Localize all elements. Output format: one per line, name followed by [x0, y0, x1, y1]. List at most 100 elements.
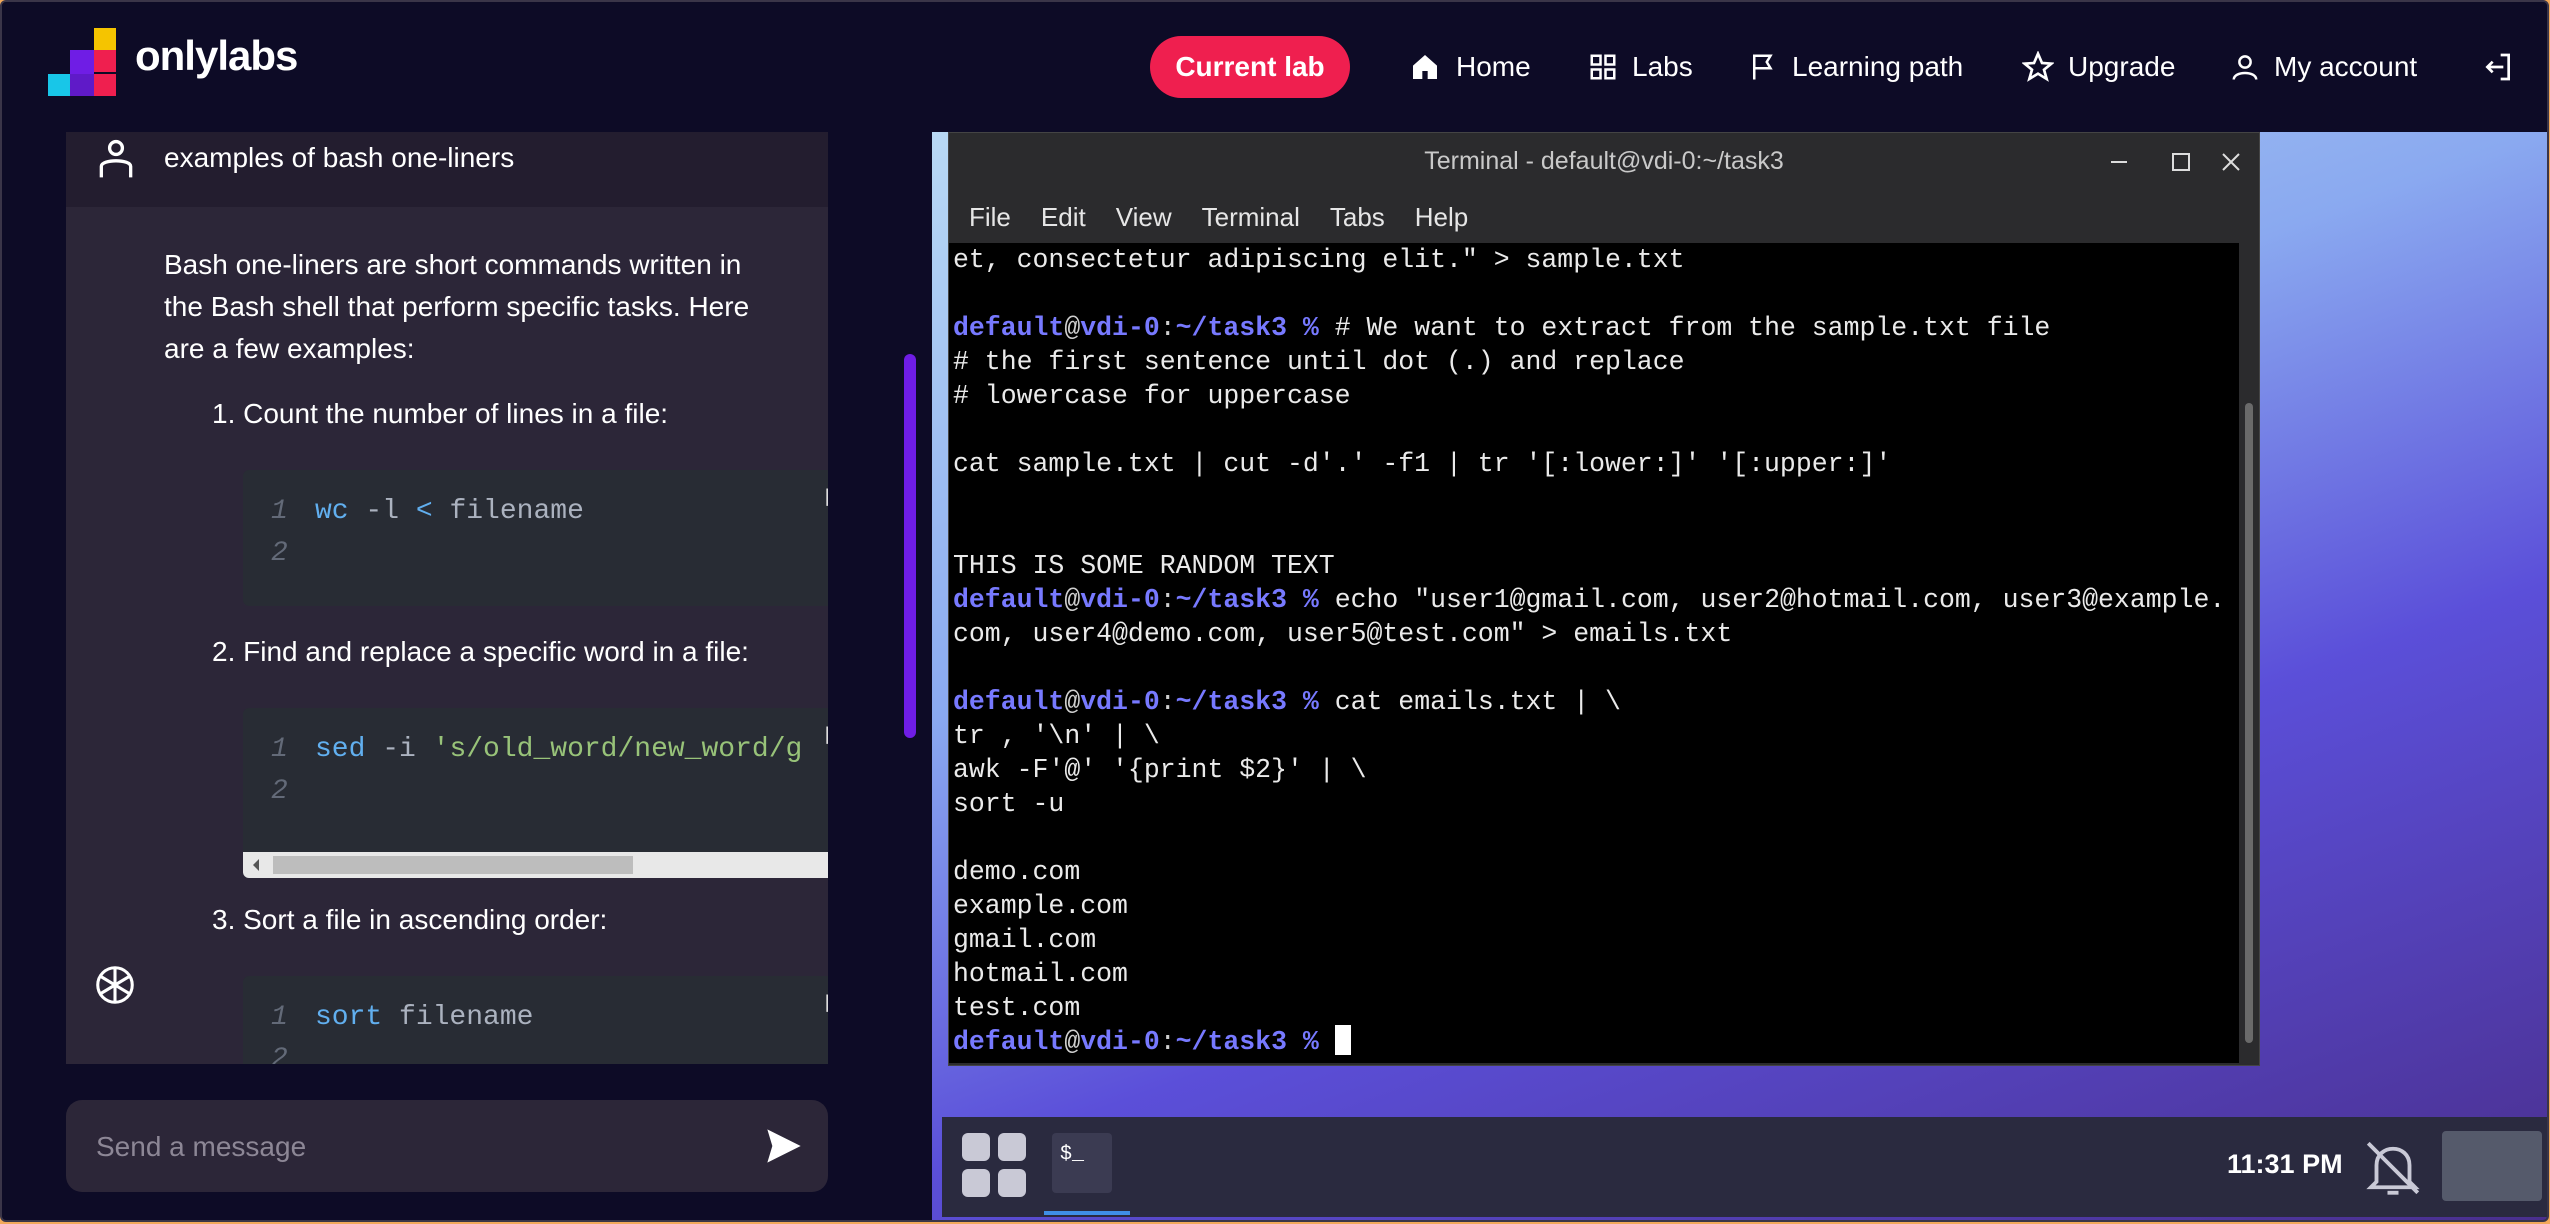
term-line: et, consectetur adipiscing elit." > samp…	[953, 245, 1685, 275]
brand-name[interactable]: onlylabs	[135, 32, 298, 80]
nav-my-account[interactable]: My account	[2230, 36, 2417, 98]
nav-upgrade-label: Upgrade	[2068, 51, 2176, 82]
line-number: 1	[271, 1002, 288, 1033]
term-line: sort -u	[953, 789, 1065, 819]
code-line[interactable]: wc -l < filename	[315, 496, 584, 527]
current-lab-button[interactable]: Current lab	[1150, 36, 1350, 98]
term-line	[949, 413, 2239, 447]
term-line	[949, 277, 2239, 311]
code-line[interactable]: sort filename	[315, 1002, 533, 1033]
term-prompt-line: default@vdi-0:~/task3 % echo "user1@gmai…	[953, 585, 2226, 615]
code-args: -l	[348, 496, 416, 527]
home-icon	[1413, 55, 1437, 79]
term-line: cat sample.txt | cut -d'.' -f1 | tr '[:l…	[953, 449, 1892, 479]
scrollbar-thumb[interactable]	[2245, 403, 2253, 1043]
taskbar: $_ 11:31 PM	[942, 1117, 2547, 1217]
workspace-preview[interactable]	[2442, 1131, 2542, 1201]
nav-labs[interactable]: Labs	[1588, 36, 1693, 98]
close-icon[interactable]	[2211, 143, 2251, 181]
message-box	[66, 1100, 828, 1192]
step-2-label: 2. Find and replace a specific word in a…	[212, 636, 749, 667]
term-line	[949, 515, 2239, 549]
chat-scrollbar[interactable]	[904, 354, 916, 738]
logout-icon	[2485, 53, 2510, 81]
line-number: 2	[271, 776, 288, 807]
terminal-app-icon: $_	[1060, 1143, 1085, 1166]
menu-view[interactable]: View	[1116, 202, 1172, 233]
term-prompt-line: default@vdi-0:~/task3 % # We want to ext…	[953, 313, 2051, 343]
onlylabs-logo[interactable]	[48, 28, 118, 96]
term-output-line: example.com	[953, 891, 1128, 921]
user-icon	[2232, 55, 2258, 80]
code-line[interactable]: sed -i 's/old_word/new_word/g	[315, 734, 802, 765]
menu-help[interactable]: Help	[1415, 202, 1468, 233]
app-grid-icon[interactable]	[962, 1133, 1028, 1199]
logout-button[interactable]	[2482, 36, 2528, 98]
step-1-label: 1. Count the number of lines in a file:	[212, 398, 669, 429]
message-input[interactable]	[94, 1124, 738, 1170]
code-block-1: 1 2 wc -l < filename	[243, 470, 828, 606]
nav-labs-label: Labs	[1632, 51, 1693, 82]
taskbar-terminal-app[interactable]: $_	[1052, 1133, 1112, 1193]
term-prompt-line: default@vdi-0:~/task3 %	[949, 1025, 2239, 1059]
copy-icon[interactable]	[824, 482, 828, 508]
code-args: filename	[432, 496, 584, 527]
code-args: filename	[382, 1002, 534, 1033]
line-number: 1	[271, 496, 288, 527]
code-command: wc	[315, 496, 349, 527]
copy-icon[interactable]	[824, 988, 828, 1014]
term-line	[949, 481, 2239, 515]
star-icon	[2022, 51, 2054, 82]
nav-my-account-label: My account	[2274, 51, 2418, 82]
term-output-line: gmail.com	[953, 925, 1097, 955]
menu-file[interactable]: File	[969, 202, 1011, 233]
terminal-window: Terminal - default@vdi-0:~/task3 File Ed…	[948, 132, 2260, 1066]
step-3-label: 3. Sort a file in ascending order:	[212, 904, 608, 935]
code-string: 's/old_word/new_word/g	[432, 734, 803, 765]
line-number: 1	[271, 734, 288, 765]
term-line: com, user4@demo.com, user5@test.com" > e…	[953, 619, 1733, 649]
term-line: tr , '\n' | \	[953, 721, 1160, 751]
user-question-text: examples of bash one-liners	[164, 142, 515, 173]
term-output-line: test.com	[953, 993, 1081, 1023]
menu-tabs[interactable]: Tabs	[1330, 202, 1385, 233]
copy-icon[interactable]	[824, 720, 828, 746]
line-number: 2	[271, 1044, 288, 1064]
scrollbar-thumb[interactable]	[273, 856, 633, 874]
term-line: # lowercase for uppercase	[953, 381, 1351, 411]
notifications-muted-icon[interactable]	[2360, 1135, 2426, 1201]
menu-edit[interactable]: Edit	[1041, 202, 1086, 233]
code-operator: <	[415, 496, 433, 527]
nav-home-label: Home	[1456, 51, 1531, 82]
active-app-indicator	[1044, 1211, 1130, 1215]
code-command: sed	[315, 734, 366, 765]
top-navigation: onlylabs Current lab Home Labs Learning …	[2, 2, 2547, 132]
code-args: -i	[365, 734, 433, 765]
terminal-output[interactable]: et, consectetur adipiscing elit." > samp…	[949, 243, 2239, 1063]
maximize-icon[interactable]	[2161, 143, 2201, 181]
terminal-titlebar[interactable]: Terminal - default@vdi-0:~/task3	[949, 133, 2259, 191]
code-block-2: 1 2 sed -i 's/old_word/new_word/g	[243, 708, 828, 878]
term-line: # the first sentence until dot (.) and r…	[953, 347, 1685, 377]
user-message: examples of bash one-liners	[66, 132, 828, 207]
grid-icon	[1590, 54, 1616, 80]
term-output-line: demo.com	[953, 857, 1081, 887]
nav-home[interactable]: Home	[1408, 36, 1531, 98]
term-line	[949, 821, 2239, 855]
terminal-cursor	[1334, 1025, 1351, 1055]
chat-panel: examples of bash one-liners Bash one-lin…	[66, 132, 828, 1064]
send-icon[interactable]	[764, 1126, 804, 1166]
user-avatar-icon	[99, 139, 133, 178]
nav-learning-path-label: Learning path	[1792, 51, 1964, 82]
term-line: THIS IS SOME RANDOM TEXT	[953, 551, 1335, 581]
scroll-left-icon[interactable]	[251, 858, 261, 872]
minimize-icon[interactable]	[2099, 143, 2139, 181]
nav-upgrade[interactable]: Upgrade	[2022, 36, 2175, 98]
code-command: sort	[315, 1002, 383, 1033]
nav-learning-path[interactable]: Learning path	[1748, 36, 1963, 98]
menu-terminal[interactable]: Terminal	[1202, 202, 1300, 233]
term-prompt-line: default@vdi-0:~/task3 % cat emails.txt |…	[953, 687, 1621, 717]
terminal-scrollbar[interactable]	[2241, 243, 2259, 1063]
horizontal-scrollbar[interactable]	[243, 852, 828, 878]
taskbar-clock[interactable]: 11:31 PM	[2227, 1149, 2343, 1180]
